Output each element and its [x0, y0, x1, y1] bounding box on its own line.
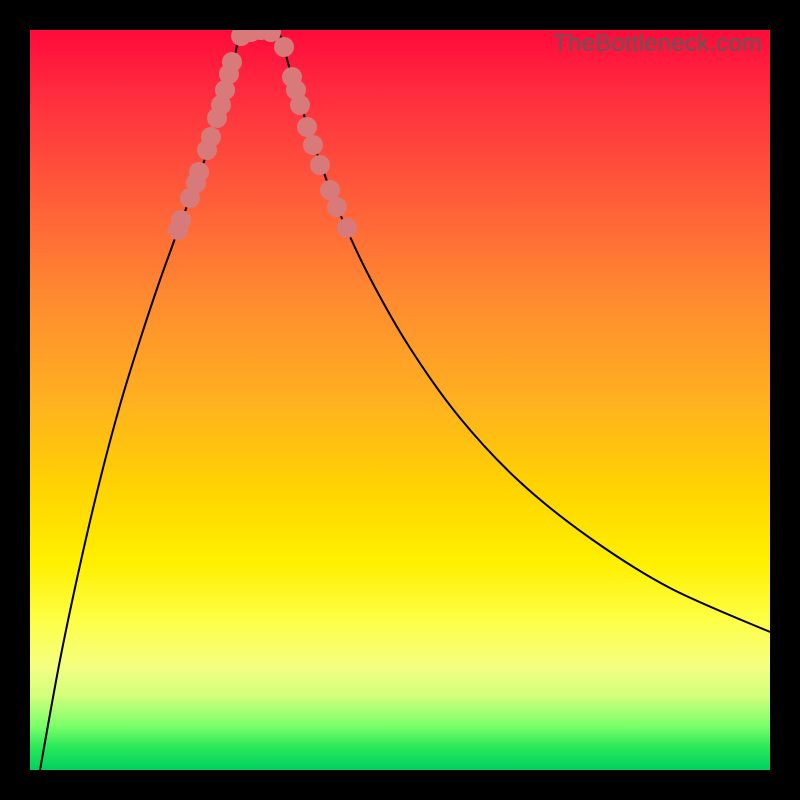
chart-plot-area: TheBottleneck.com: [30, 30, 770, 770]
data-marker: [297, 117, 317, 137]
curve-group: [40, 30, 770, 770]
data-marker: [327, 197, 347, 217]
data-marker: [303, 135, 323, 155]
bottleneck-curve: [40, 30, 770, 770]
data-marker: [290, 95, 310, 115]
data-marker: [201, 127, 221, 147]
data-marker: [222, 52, 242, 72]
data-marker: [171, 210, 191, 230]
data-marker: [189, 162, 209, 182]
data-marker: [337, 218, 357, 238]
data-marker: [310, 155, 330, 175]
marker-group: [168, 30, 357, 240]
watermark-text: TheBottleneck.com: [553, 30, 762, 58]
bottleneck-curve-svg: [30, 30, 770, 770]
data-marker: [274, 37, 294, 57]
